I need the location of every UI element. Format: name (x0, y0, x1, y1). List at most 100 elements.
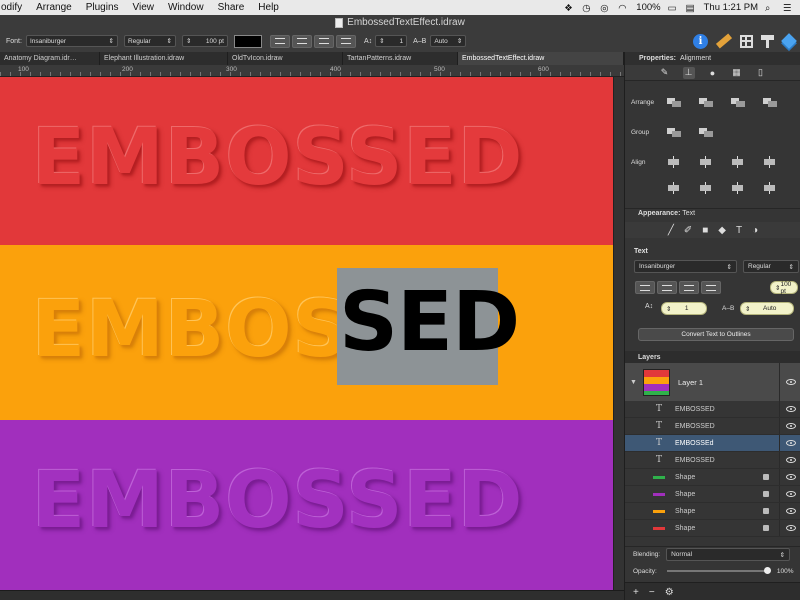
align-left-edges-icon[interactable] (665, 156, 683, 168)
fill-tab-icon[interactable]: ● (707, 67, 719, 79)
item-visibility[interactable] (779, 520, 800, 536)
drawing-canvas[interactable]: EMBOSSED EMBOS EMBOSSED SED (0, 77, 613, 590)
convert-to-outlines-button[interactable]: Convert Text to Outlines (638, 328, 794, 341)
disclosure-triangle-icon[interactable]: ▼ (630, 379, 637, 386)
distribute-vertical-icon[interactable] (761, 182, 779, 194)
align-h-center-icon[interactable] (729, 156, 747, 168)
align-right-button[interactable] (313, 34, 334, 48)
menu-modify[interactable]: odify (0, 2, 29, 13)
clock[interactable]: Thu 1:21 PM (704, 2, 758, 13)
layer-item-text[interactable]: T EMBOSSED (625, 418, 800, 435)
purple-band-shape[interactable]: EMBOSSED (0, 420, 613, 590)
panel-align-justify-button[interactable] (701, 281, 721, 294)
wifi-icon[interactable]: ◠ (618, 3, 629, 14)
orange-band-shape[interactable]: EMBOS (0, 245, 613, 420)
lock-icon[interactable] (763, 525, 769, 531)
item-visibility[interactable] (779, 469, 800, 485)
red-band-shape[interactable]: EMBOSSED (0, 77, 613, 245)
flag-icon[interactable]: ▤ (686, 3, 697, 14)
text-tool-icon[interactable]: T (736, 225, 742, 236)
font-size-field[interactable]: ⇕ 100 pt (181, 35, 228, 47)
fill-tool-icon[interactable]: ■ (702, 225, 708, 236)
gear-icon[interactable]: ⚙ (665, 587, 674, 598)
align-center-button[interactable] (291, 34, 312, 48)
item-visibility[interactable] (779, 418, 800, 434)
slider-knob[interactable] (763, 567, 771, 574)
panel-align-right-button[interactable] (679, 281, 699, 294)
panel-align-center-button[interactable] (657, 281, 677, 294)
remove-layer-icon[interactable]: − (649, 587, 655, 598)
tab-anatomy-diagram[interactable]: Anatomy Diagram.idr… (0, 52, 100, 65)
menu-view[interactable]: View (126, 2, 162, 13)
time-machine-icon[interactable]: ◷ (582, 3, 593, 14)
tab-elephant-illustration[interactable]: Elephant Illustration.idraw (100, 52, 228, 65)
panel-line-spacing-field[interactable]: ⇕ 1 (661, 302, 707, 315)
align-v-center-icon[interactable] (665, 182, 683, 194)
info-icon[interactable]: i (693, 33, 708, 49)
group-icon[interactable] (665, 126, 683, 138)
distribute-horizontal-icon[interactable] (729, 182, 747, 194)
text-color-swatch[interactable] (233, 34, 262, 48)
selected-text[interactable]: SED (339, 275, 520, 370)
add-layer-icon[interactable]: + (633, 587, 639, 598)
lock-icon[interactable] (763, 474, 769, 480)
lock-icon[interactable] (763, 491, 769, 497)
line-spacing-field[interactable]: ⇕ 1 (375, 35, 408, 47)
layer-item-shape[interactable]: Shape (625, 520, 800, 537)
pen-tab-icon[interactable]: ✎ (659, 67, 671, 79)
creative-cloud-icon[interactable]: ◎ (600, 3, 611, 14)
tab-old-tv-icon[interactable]: OldTvIcon.idraw (228, 52, 343, 65)
panel-size-field[interactable]: ⇕ 100 pt (770, 281, 798, 295)
item-visibility[interactable] (779, 401, 800, 417)
font-style-select[interactable]: Regular ⇕ (123, 35, 176, 47)
send-to-back-icon[interactable] (761, 96, 779, 108)
layer-item-shape[interactable]: Shape (625, 469, 800, 486)
align-left-button[interactable] (269, 34, 290, 48)
panel-style-select[interactable]: Regular ⇕ (743, 260, 799, 273)
tab-tartan-patterns[interactable]: TartanPatterns.idraw (343, 52, 458, 65)
layer-item-shape[interactable]: Shape (625, 486, 800, 503)
panel-kerning-field[interactable]: ⇕ Auto (740, 302, 794, 315)
panel-font-select[interactable]: Insaniburger ⇕ (634, 260, 737, 273)
layer-item-text[interactable]: T EMBOSSED (625, 452, 800, 469)
tab-embossed-text-effect[interactable]: EmbossedTextEffect.idraw (458, 52, 624, 65)
grid-icon[interactable] (740, 34, 753, 48)
ungroup-icon[interactable] (697, 126, 715, 138)
kerning-field[interactable]: Auto ⇕ (430, 35, 467, 47)
layer-1-row[interactable]: ▼ Layer 1 (625, 363, 800, 401)
panel-align-left-button[interactable] (635, 281, 655, 294)
align-top-edges-icon[interactable] (697, 156, 715, 168)
menu-help[interactable]: Help (251, 2, 286, 13)
align-bottom-edges-icon[interactable] (697, 182, 715, 194)
menu-window[interactable]: Window (161, 2, 211, 13)
layers-icon[interactable] (781, 33, 797, 49)
vertical-scrollbar[interactable] (613, 77, 624, 590)
item-visibility[interactable] (779, 452, 800, 468)
opacity-slider[interactable] (666, 567, 771, 574)
embossed-text-red[interactable]: EMBOSSED (32, 113, 524, 203)
item-visibility[interactable] (779, 503, 800, 519)
align-right-edges-icon[interactable] (761, 156, 779, 168)
layer-item-text-selected[interactable]: T EMBOSSEd (625, 435, 800, 452)
embossed-text-orange[interactable]: EMBOS (32, 285, 350, 375)
send-backward-icon[interactable] (729, 96, 747, 108)
item-visibility[interactable] (779, 435, 800, 451)
document-tab-icon[interactable]: ▯ (755, 67, 767, 79)
battery-icon[interactable]: ▭ (668, 3, 679, 14)
horizontal-scrollbar[interactable] (0, 590, 624, 600)
alignment-tab-icon[interactable]: ⊥ (682, 66, 695, 79)
layer-item-shape[interactable]: Shape (625, 503, 800, 520)
align-justify-button[interactable] (335, 34, 356, 48)
bring-to-front-icon[interactable] (665, 96, 683, 108)
item-visibility[interactable] (779, 486, 800, 502)
embossed-text-purple[interactable]: EMBOSSED (32, 456, 524, 546)
menu-plugins[interactable]: Plugins (79, 2, 126, 13)
ruler-icon[interactable] (715, 33, 733, 49)
menu-list-icon[interactable]: ☰ (783, 3, 794, 14)
menu-share[interactable]: Share (211, 2, 252, 13)
brush-tool-icon[interactable]: ✐ (684, 225, 692, 236)
style-brush-icon[interactable] (761, 34, 774, 48)
layer-visibility[interactable] (779, 363, 800, 401)
line-tool-icon[interactable]: ╱ (668, 225, 674, 236)
menu-arrange[interactable]: Arrange (29, 2, 79, 13)
